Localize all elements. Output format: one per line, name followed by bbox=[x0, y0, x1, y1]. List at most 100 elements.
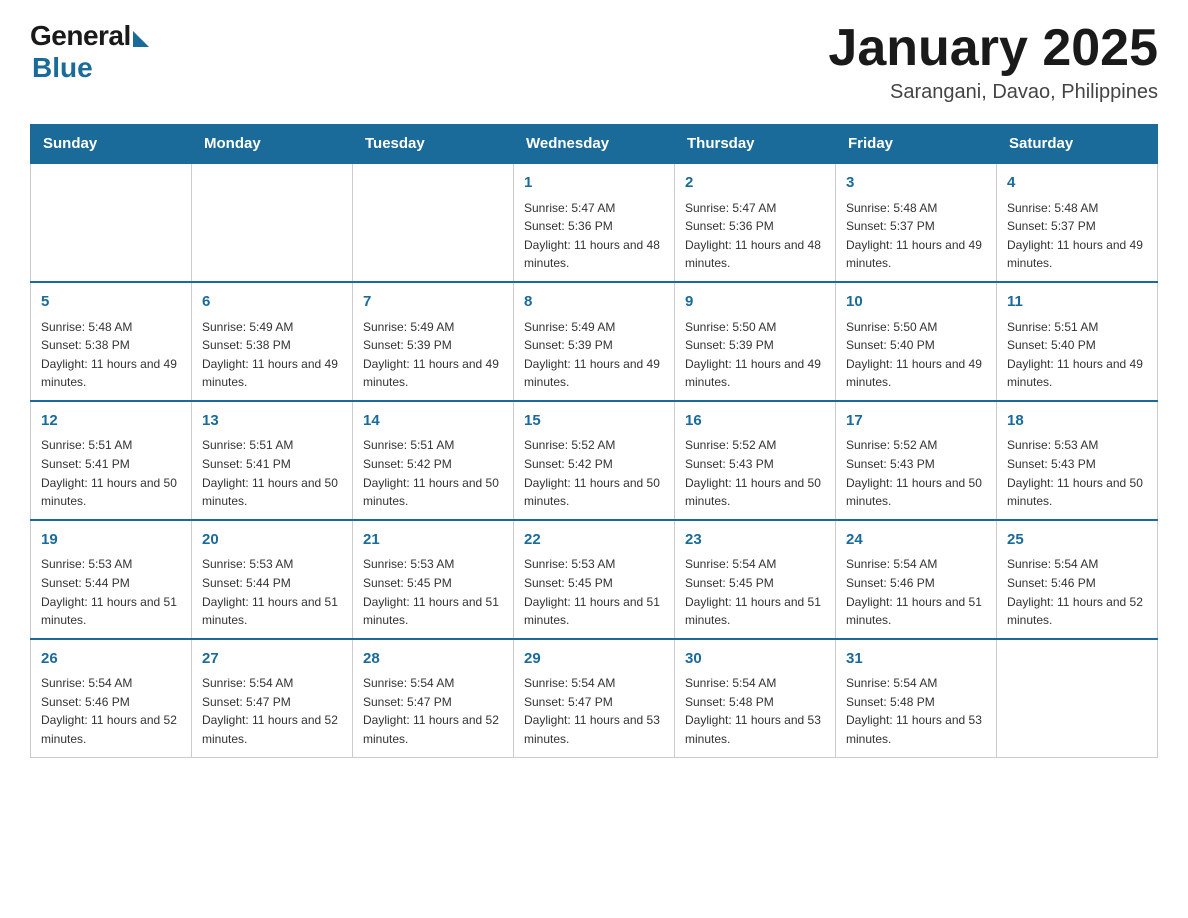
day-info: Sunrise: 5:54 AMSunset: 5:45 PMDaylight:… bbox=[685, 555, 825, 629]
day-info: Sunrise: 5:49 AMSunset: 5:39 PMDaylight:… bbox=[524, 318, 664, 392]
calendar-cell: 1 Sunrise: 5:47 AMSunset: 5:36 PMDaylight… bbox=[514, 163, 675, 282]
day-number: 10 bbox=[846, 291, 986, 314]
day-info: Sunrise: 5:53 AMSunset: 5:44 PMDaylight:… bbox=[202, 555, 342, 629]
day-info: Sunrise: 5:54 AMSunset: 5:47 PMDaylight:… bbox=[363, 674, 503, 748]
day-number: 9 bbox=[685, 291, 825, 314]
day-number: 25 bbox=[1007, 529, 1147, 552]
day-info: Sunrise: 5:54 AMSunset: 5:48 PMDaylight:… bbox=[846, 674, 986, 748]
calendar-cell: 14 Sunrise: 5:51 AMSunset: 5:42 PMDayligh… bbox=[353, 401, 514, 520]
calendar-cell bbox=[192, 163, 353, 282]
day-info: Sunrise: 5:48 AMSunset: 5:37 PMDaylight:… bbox=[1007, 199, 1147, 273]
calendar-cell: 9 Sunrise: 5:50 AMSunset: 5:39 PMDaylight… bbox=[675, 282, 836, 401]
calendar-cell: 31 Sunrise: 5:54 AMSunset: 5:48 PMDayligh… bbox=[836, 639, 997, 757]
day-info: Sunrise: 5:47 AMSunset: 5:36 PMDaylight:… bbox=[524, 199, 664, 273]
calendar-cell: 18 Sunrise: 5:53 AMSunset: 5:43 PMDayligh… bbox=[997, 401, 1158, 520]
day-number: 5 bbox=[41, 291, 181, 314]
calendar-cell: 4 Sunrise: 5:48 AMSunset: 5:37 PMDaylight… bbox=[997, 163, 1158, 282]
logo-general-text: General bbox=[30, 20, 131, 52]
calendar-cell: 13 Sunrise: 5:51 AMSunset: 5:41 PMDayligh… bbox=[192, 401, 353, 520]
calendar-cell bbox=[31, 163, 192, 282]
day-info: Sunrise: 5:51 AMSunset: 5:40 PMDaylight:… bbox=[1007, 318, 1147, 392]
day-number: 23 bbox=[685, 529, 825, 552]
day-info: Sunrise: 5:53 AMSunset: 5:45 PMDaylight:… bbox=[363, 555, 503, 629]
day-number: 13 bbox=[202, 410, 342, 433]
day-number: 29 bbox=[524, 648, 664, 671]
day-info: Sunrise: 5:54 AMSunset: 5:47 PMDaylight:… bbox=[524, 674, 664, 748]
logo: General Blue bbox=[30, 20, 149, 84]
calendar-cell: 17Sunrise: 5:52 AMSunset: 5:43 PMDayligh… bbox=[836, 401, 997, 520]
calendar-cell: 23 Sunrise: 5:54 AMSunset: 5:45 PMDayligh… bbox=[675, 520, 836, 639]
day-number: 2 bbox=[685, 172, 825, 195]
day-number: 4 bbox=[1007, 172, 1147, 195]
calendar-header-tuesday: Tuesday bbox=[353, 125, 514, 164]
calendar-cell: 26 Sunrise: 5:54 AMSunset: 5:46 PMDayligh… bbox=[31, 639, 192, 757]
calendar-cell: 11 Sunrise: 5:51 AMSunset: 5:40 PMDayligh… bbox=[997, 282, 1158, 401]
calendar-cell: 29 Sunrise: 5:54 AMSunset: 5:47 PMDayligh… bbox=[514, 639, 675, 757]
day-info: Sunrise: 5:54 AMSunset: 5:46 PMDaylight:… bbox=[1007, 555, 1147, 629]
day-info: Sunrise: 5:50 AMSunset: 5:39 PMDaylight:… bbox=[685, 318, 825, 392]
day-info: Sunrise: 5:53 AMSunset: 5:45 PMDaylight:… bbox=[524, 555, 664, 629]
day-number: 14 bbox=[363, 410, 503, 433]
day-number: 11 bbox=[1007, 291, 1147, 314]
calendar-header-saturday: Saturday bbox=[997, 125, 1158, 164]
calendar-cell: 3 Sunrise: 5:48 AMSunset: 5:37 PMDaylight… bbox=[836, 163, 997, 282]
calendar-cell bbox=[997, 639, 1158, 757]
day-number: 28 bbox=[363, 648, 503, 671]
day-info: Sunrise: 5:51 AMSunset: 5:41 PMDaylight:… bbox=[202, 436, 342, 510]
day-number: 12 bbox=[41, 410, 181, 433]
day-number: 1 bbox=[524, 172, 664, 195]
day-info: Sunrise: 5:52 AMSunset: 5:42 PMDaylight:… bbox=[524, 436, 664, 510]
calendar-cell: 10 Sunrise: 5:50 AMSunset: 5:40 PMDayligh… bbox=[836, 282, 997, 401]
day-number: 24 bbox=[846, 529, 986, 552]
day-info: Sunrise: 5:50 AMSunset: 5:40 PMDaylight:… bbox=[846, 318, 986, 392]
month-title: January 2025 bbox=[828, 20, 1158, 77]
calendar-cell: 2 Sunrise: 5:47 AMSunset: 5:36 PMDaylight… bbox=[675, 163, 836, 282]
day-number: 17 bbox=[846, 410, 986, 433]
calendar-header-sunday: Sunday bbox=[31, 125, 192, 164]
calendar-week-2: 5Sunrise: 5:48 AMSunset: 5:38 PMDaylight… bbox=[31, 282, 1158, 401]
day-info: Sunrise: 5:49 AMSunset: 5:39 PMDaylight:… bbox=[363, 318, 503, 392]
day-info: Sunrise: 5:54 AMSunset: 5:46 PMDaylight:… bbox=[846, 555, 986, 629]
calendar-week-3: 12 Sunrise: 5:51 AMSunset: 5:41 PMDayligh… bbox=[31, 401, 1158, 520]
calendar-cell bbox=[353, 163, 514, 282]
day-number: 31 bbox=[846, 648, 986, 671]
title-section: January 2025 Sarangani, Davao, Philippin… bbox=[828, 20, 1158, 104]
day-number: 7 bbox=[363, 291, 503, 314]
calendar-header-monday: Monday bbox=[192, 125, 353, 164]
calendar-cell: 19 Sunrise: 5:53 AMSunset: 5:44 PMDayligh… bbox=[31, 520, 192, 639]
location-title: Sarangani, Davao, Philippines bbox=[828, 81, 1158, 104]
day-info: Sunrise: 5:48 AMSunset: 5:37 PMDaylight:… bbox=[846, 199, 986, 273]
calendar-cell: 30Sunrise: 5:54 AMSunset: 5:48 PMDayligh… bbox=[675, 639, 836, 757]
calendar-cell: 25 Sunrise: 5:54 AMSunset: 5:46 PMDayligh… bbox=[997, 520, 1158, 639]
calendar-cell: 8Sunrise: 5:49 AMSunset: 5:39 PMDaylight… bbox=[514, 282, 675, 401]
day-number: 3 bbox=[846, 172, 986, 195]
calendar-cell: 24 Sunrise: 5:54 AMSunset: 5:46 PMDayligh… bbox=[836, 520, 997, 639]
day-number: 18 bbox=[1007, 410, 1147, 433]
day-info: Sunrise: 5:51 AMSunset: 5:42 PMDaylight:… bbox=[363, 436, 503, 510]
calendar-cell: 21 Sunrise: 5:53 AMSunset: 5:45 PMDayligh… bbox=[353, 520, 514, 639]
day-info: Sunrise: 5:54 AMSunset: 5:47 PMDaylight:… bbox=[202, 674, 342, 748]
calendar-cell: 5Sunrise: 5:48 AMSunset: 5:38 PMDaylight… bbox=[31, 282, 192, 401]
calendar-table: SundayMondayTuesdayWednesdayThursdayFrid… bbox=[30, 124, 1158, 757]
day-number: 16 bbox=[685, 410, 825, 433]
day-number: 26 bbox=[41, 648, 181, 671]
day-info: Sunrise: 5:53 AMSunset: 5:43 PMDaylight:… bbox=[1007, 436, 1147, 510]
day-number: 22 bbox=[524, 529, 664, 552]
day-number: 15 bbox=[524, 410, 664, 433]
calendar-header-thursday: Thursday bbox=[675, 125, 836, 164]
logo-blue-text: Blue bbox=[32, 52, 93, 84]
day-number: 20 bbox=[202, 529, 342, 552]
day-number: 19 bbox=[41, 529, 181, 552]
day-number: 27 bbox=[202, 648, 342, 671]
day-number: 21 bbox=[363, 529, 503, 552]
day-info: Sunrise: 5:54 AMSunset: 5:48 PMDaylight:… bbox=[685, 674, 825, 748]
page-header: General Blue January 2025 Sarangani, Dav… bbox=[30, 20, 1158, 104]
calendar-cell: 16Sunrise: 5:52 AMSunset: 5:43 PMDayligh… bbox=[675, 401, 836, 520]
day-info: Sunrise: 5:49 AMSunset: 5:38 PMDaylight:… bbox=[202, 318, 342, 392]
day-info: Sunrise: 5:54 AMSunset: 5:46 PMDaylight:… bbox=[41, 674, 181, 748]
day-info: Sunrise: 5:53 AMSunset: 5:44 PMDaylight:… bbox=[41, 555, 181, 629]
calendar-cell: 7 Sunrise: 5:49 AMSunset: 5:39 PMDaylight… bbox=[353, 282, 514, 401]
logo-arrow-icon bbox=[133, 31, 149, 47]
calendar-cell: 28 Sunrise: 5:54 AMSunset: 5:47 PMDayligh… bbox=[353, 639, 514, 757]
day-info: Sunrise: 5:47 AMSunset: 5:36 PMDaylight:… bbox=[685, 199, 825, 273]
